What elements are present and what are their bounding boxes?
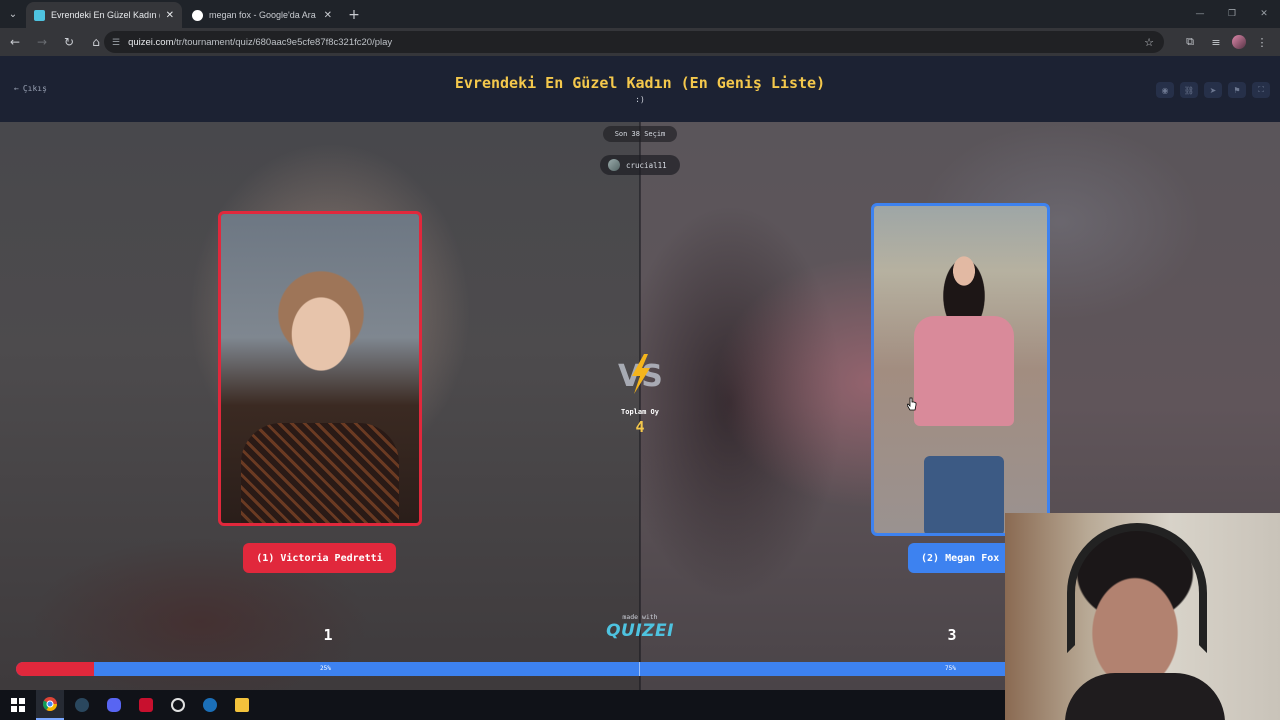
recent-choices-badge[interactable]: Son 38 Seçim	[603, 126, 677, 142]
versus-icon: VS	[618, 354, 663, 394]
chrome-icon[interactable]	[36, 690, 64, 720]
close-tab-icon[interactable]: ✕	[324, 10, 332, 21]
close-window-icon[interactable]: ✕	[1248, 0, 1280, 28]
steam-2-icon[interactable]	[196, 690, 224, 720]
tab-quizei[interactable]: Evrendeki En Güzel Kadın (En G ✕	[26, 2, 182, 28]
restore-icon[interactable]: ❐	[1216, 0, 1248, 28]
media-controls-icon[interactable]: ≡	[1206, 30, 1226, 54]
share-icon[interactable]: ➤	[1204, 82, 1222, 98]
quizei-logo[interactable]: QUIZEI	[604, 621, 676, 641]
windows-start-icon[interactable]	[4, 690, 32, 720]
user-avatar	[608, 159, 620, 171]
right-percent-label: 75%	[945, 665, 956, 672]
left-choice-card[interactable]	[218, 211, 422, 526]
left-vote-fill	[16, 662, 94, 676]
discord-icon[interactable]	[100, 690, 128, 720]
eye-icon[interactable]: ◉	[1156, 82, 1174, 98]
window-controls: — ❐ ✕	[1184, 0, 1280, 28]
bar-center-mark	[639, 662, 640, 676]
vote-progress-bar: 25% 75%	[16, 662, 1046, 676]
total-votes-value: 4	[635, 418, 645, 436]
left-choice-button[interactable]: (1) Victoria Pedretti	[243, 543, 396, 573]
quiz-title: Evrendeki En Güzel Kadın (En Geniş Liste…	[454, 74, 826, 92]
quiz-subtitle: :)	[635, 95, 645, 104]
username: crucial11	[626, 160, 667, 170]
webcam-overlay	[1005, 513, 1280, 720]
browser-toolbar: ← → ↻ ⌂ ☰ quizei.com/tr/tournament/quiz/…	[0, 28, 1280, 56]
url-path: /tr/tournament/quiz/680aac9e5cfe87f8c321…	[173, 36, 393, 48]
forward-icon[interactable]: →	[30, 30, 54, 54]
url-host: quizei.com	[128, 36, 174, 48]
more-menu-icon[interactable]: ⋮	[1252, 30, 1272, 54]
user-chip[interactable]: crucial11	[600, 155, 680, 175]
windows-taskbar	[0, 690, 1005, 720]
right-choice-button[interactable]: (2) Megan Fox	[908, 543, 1018, 573]
new-tab-button[interactable]: +	[342, 2, 366, 28]
right-vote-count: 3	[947, 626, 957, 644]
minimize-icon[interactable]: —	[1184, 0, 1216, 28]
left-vote-count: 1	[323, 626, 333, 644]
shirt-shape	[1065, 673, 1225, 720]
tab-title: Evrendeki En Güzel Kadın (En G	[51, 10, 160, 20]
left-percent-label: 25%	[320, 665, 331, 672]
tab-google[interactable]: megan fox - Google'da Ara ✕	[184, 2, 340, 28]
steam-icon[interactable]	[68, 690, 96, 720]
tab-search-icon[interactable]: ⌄	[0, 0, 26, 28]
circle-app-icon[interactable]	[164, 690, 192, 720]
made-with-label: made with	[622, 613, 658, 621]
headset-shape	[1067, 523, 1207, 653]
site-header: ← Çıkış Evrendeki En Güzel Kadın (En Gen…	[0, 56, 1280, 122]
mouse-pointer-icon	[907, 397, 917, 411]
google-favicon-icon	[192, 9, 203, 21]
header-actions: ◉ ⛓ ➤ ⚑ ⛶	[1156, 82, 1270, 98]
total-votes-label: Toplam Oy	[621, 408, 659, 416]
red-app-icon[interactable]	[132, 690, 160, 720]
bookmark-star-icon[interactable]: ☆	[1144, 36, 1154, 49]
browser-tabbar: ⌄ Evrendeki En Güzel Kadın (En G ✕ megan…	[0, 0, 1280, 28]
extensions-icon[interactable]: ⧉	[1180, 30, 1200, 54]
right-choice-photo	[874, 206, 1047, 533]
back-icon[interactable]: ←	[3, 30, 27, 54]
toolbar-right: ⧉ ≡ ⋮	[1180, 30, 1272, 54]
file-explorer-icon[interactable]	[228, 690, 256, 720]
tab-title: megan fox - Google'da Ara	[209, 10, 316, 20]
flag-icon[interactable]: ⚑	[1228, 82, 1246, 98]
reload-icon[interactable]: ↻	[57, 30, 81, 54]
site-info-icon[interactable]: ☰	[112, 37, 120, 48]
right-choice-card[interactable]	[871, 203, 1050, 536]
profile-avatar-icon[interactable]	[1232, 35, 1246, 49]
fullscreen-icon[interactable]: ⛶	[1252, 82, 1270, 98]
close-tab-icon[interactable]: ✕	[166, 10, 174, 21]
address-bar[interactable]: ☰ quizei.com/tr/tournament/quiz/680aac9e…	[104, 31, 1164, 53]
quizei-favicon-icon	[34, 9, 45, 21]
link-icon[interactable]: ⛓	[1180, 82, 1198, 98]
left-choice-photo	[221, 214, 419, 523]
center-divider	[639, 122, 641, 690]
